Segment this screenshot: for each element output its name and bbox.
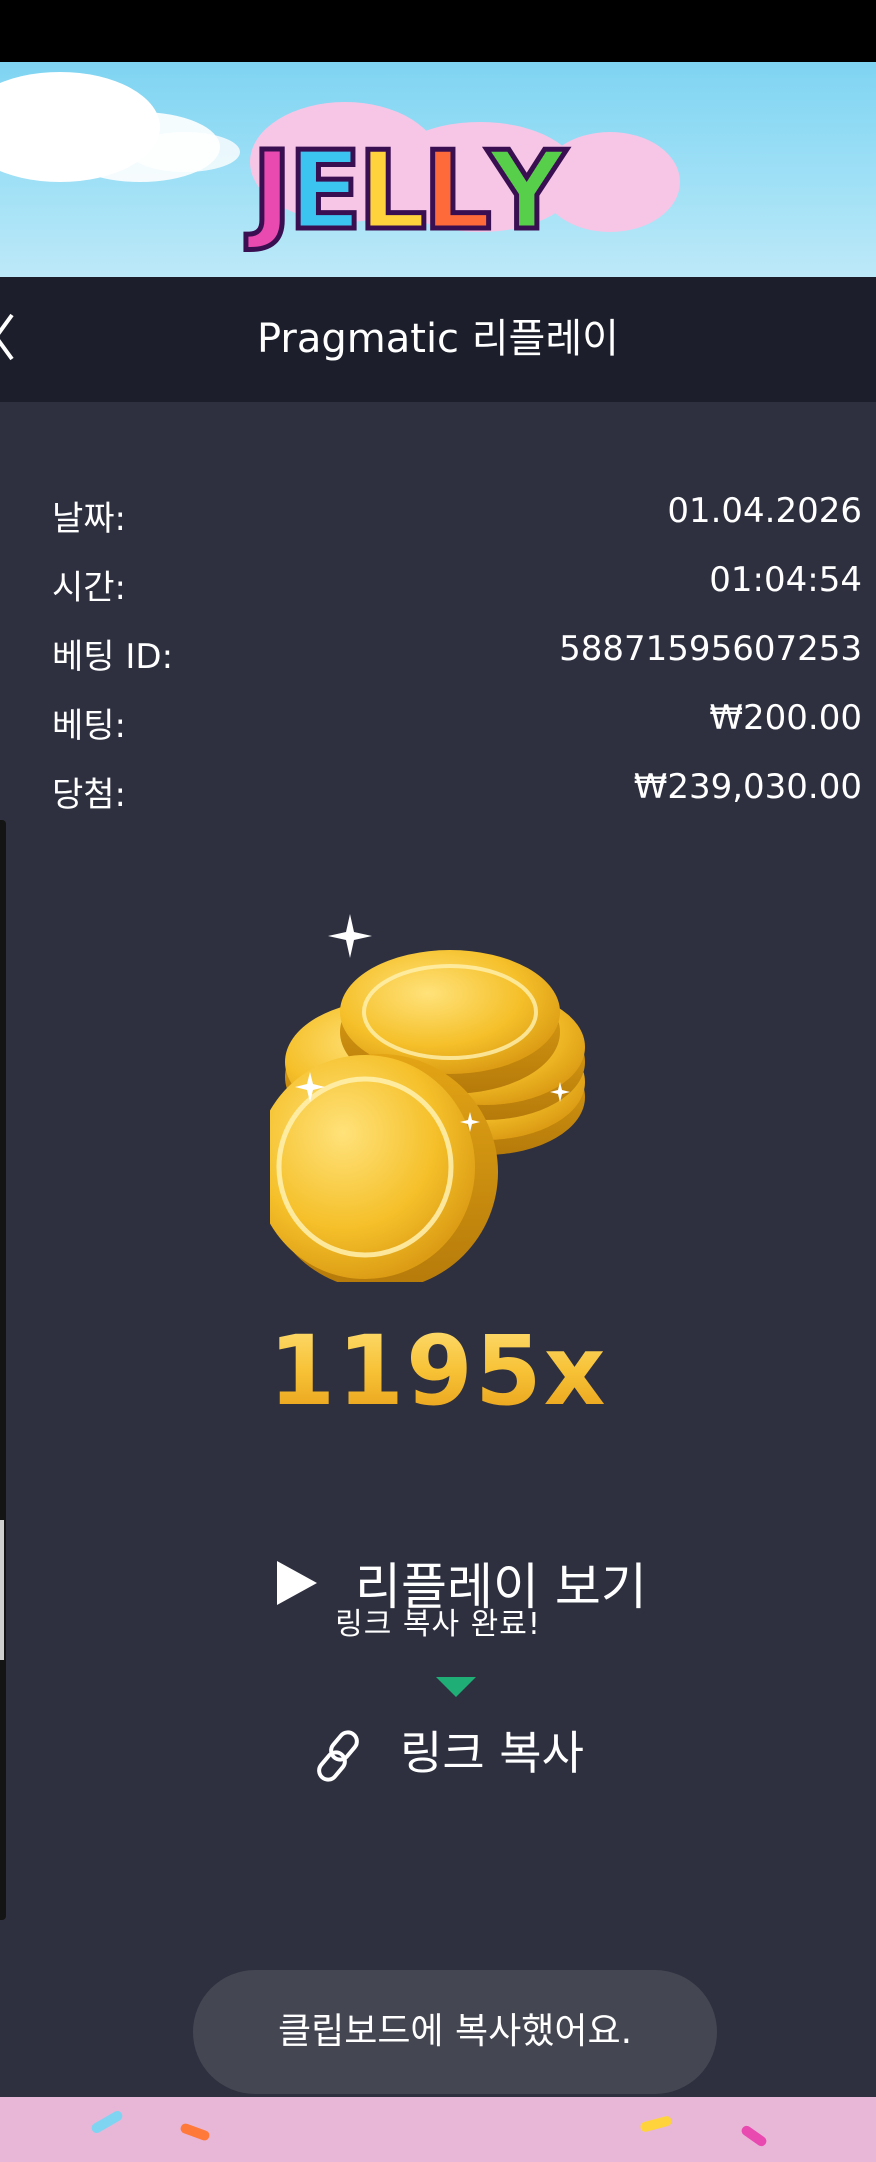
panel-header: Pragmatic 리플레이 (0, 277, 876, 402)
game-logo-letter: J (249, 129, 294, 254)
win-label: 당첨: (52, 775, 127, 815)
win-row: 당첨: ₩239,030.00 (52, 767, 862, 827)
background-app-edge (0, 820, 6, 1920)
clipboard-toast: 클립보드에 복사했어요. (193, 1970, 717, 2094)
game-logo-letter: E (286, 129, 365, 254)
sprinkle (739, 2123, 769, 2149)
bet-id-value: 58871595607253 (559, 629, 862, 669)
game-logo-letter: L (355, 129, 429, 254)
page-title: Pragmatic 리플레이 (257, 316, 619, 362)
game-logo: JELLY (230, 132, 700, 277)
sprinkle (89, 2109, 125, 2135)
bet-value: ₩200.00 (709, 698, 862, 738)
bet-id-row: 베팅 ID: 58871595607253 (52, 629, 862, 689)
win-multiplier: 1195x (0, 1315, 876, 1427)
date-row: 날짜: 01.04.2026 (52, 491, 862, 551)
game-logo-letters: JELLY (249, 129, 568, 254)
game-background-strip (0, 2097, 876, 2162)
bet-label: 베팅: (52, 706, 127, 746)
time-value: 01:04:54 (709, 560, 862, 600)
time-row: 시간: 01:04:54 (52, 560, 862, 620)
bet-row: 베팅: ₩200.00 (52, 698, 862, 758)
game-logo-letter: L (420, 129, 494, 254)
sprinkle (639, 2115, 673, 2133)
gold-coins-icon (270, 914, 585, 1282)
replay-panel: Pragmatic 리플레이 날짜: 01.04.2026 시간: 01:04:… (0, 277, 876, 2097)
bet-id-label: 베팅 ID: (52, 637, 174, 677)
game-banner: JELLY (0, 62, 876, 277)
tooltip-arrow-icon (436, 1677, 476, 1697)
sprinkle (179, 2122, 211, 2142)
background-app-edge-image (0, 1520, 4, 1660)
time-label: 시간: (52, 568, 127, 608)
copy-link-button[interactable]: 링크 복사 (315, 1717, 615, 1797)
game-logo-letter: Y (485, 129, 568, 254)
win-value: ₩239,030.00 (633, 767, 862, 807)
link-icon (317, 1730, 359, 1782)
cloud (130, 132, 240, 172)
date-value: 01.04.2026 (667, 491, 862, 531)
date-label: 날짜: (52, 499, 127, 539)
status-bar (0, 0, 876, 62)
copy-link-label: 링크 복사 (400, 1726, 584, 1780)
link-copied-tooltip: 링크 복사 완료! (335, 1607, 541, 1642)
